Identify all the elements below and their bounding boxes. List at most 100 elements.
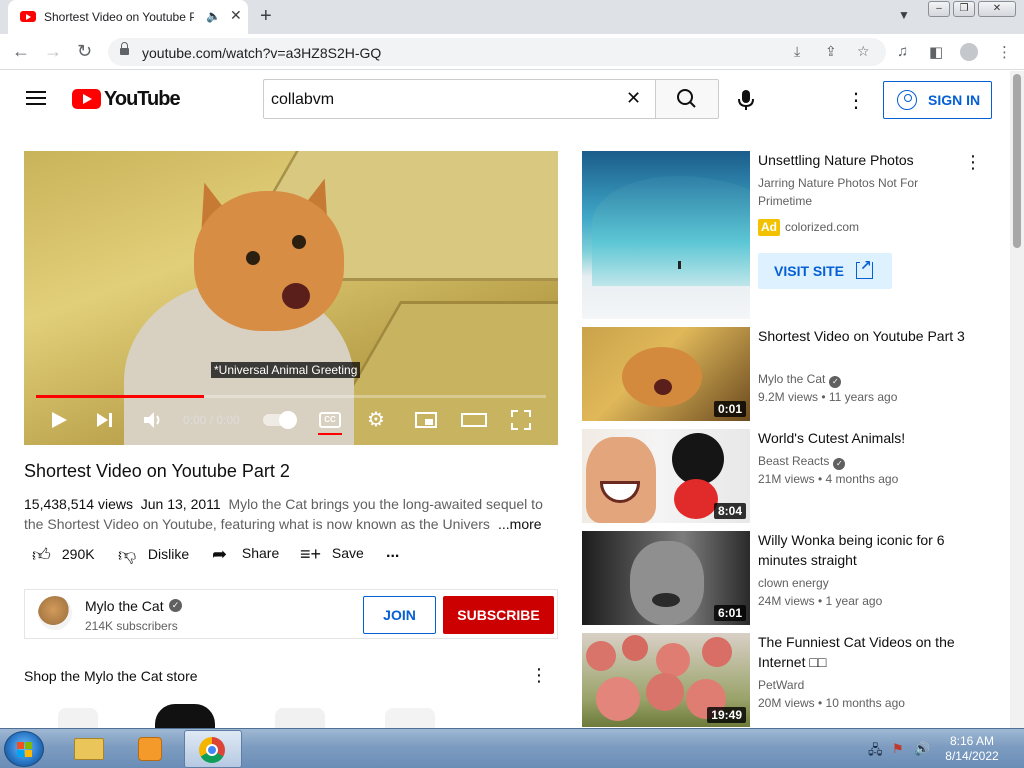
media-player-icon (138, 737, 162, 761)
theater-mode-icon[interactable] (461, 413, 487, 427)
video-thumbnail[interactable]: 0:01 (582, 327, 750, 421)
recommended-channel[interactable]: Beast Reacts ✓ (758, 452, 846, 470)
recommended-video-title[interactable]: The Funniest Cat Videos on the Internet … (758, 632, 968, 672)
like-count: 290K (61, 546, 95, 562)
restore-window-button[interactable]: ❐ (953, 1, 975, 17)
recommended-video-title[interactable]: Willy Wonka being iconic for 6 minutes s… (758, 530, 968, 570)
video-player[interactable]: *Universal Animal Greeting 0:00 / 0:00 C… (24, 151, 558, 445)
recommended-channel-name: Beast Reacts (758, 454, 830, 468)
start-button[interactable] (4, 731, 44, 767)
ad-thumbnail-figure (678, 261, 681, 269)
windows-taskbar: 🖧 ⚑ 🔊 8:16 AM 8/14/2022 (0, 728, 1024, 768)
browser-toolbar: ← → ↻ youtube.com/watch?v=a3HZ8S2H-GQ ⤓ … (0, 34, 1024, 70)
channel-name[interactable]: Mylo the Cat (85, 598, 164, 614)
back-arrow-icon[interactable]: ← (12, 41, 30, 62)
voice-search-mic-icon[interactable] (736, 89, 756, 111)
network-tray-icon[interactable]: 🖧 (868, 741, 883, 763)
recommended-channel-name[interactable]: PetWard (758, 676, 804, 694)
thumbs-up-icon: 👍︎ (32, 545, 51, 565)
profile-avatar-icon[interactable] (960, 43, 978, 61)
recommended-video-meta: 20M views • 10 months ago (758, 696, 905, 710)
settings-kebab-icon[interactable]: ⋮ (846, 88, 866, 113)
reload-icon[interactable]: ↻ (77, 41, 92, 62)
recommended-video-title[interactable]: World's Cutest Animals! (758, 428, 968, 448)
media-player-taskbar-button[interactable] (122, 730, 180, 768)
share-page-icon[interactable]: ⇪ (825, 43, 837, 60)
miniplayer-icon[interactable] (415, 412, 437, 428)
join-button[interactable]: JOIN (363, 596, 436, 634)
like-button[interactable]: 👍︎ 290K (32, 544, 95, 566)
browser-menu-icon[interactable]: ⋮ (997, 43, 1012, 61)
play-icon[interactable] (50, 411, 68, 429)
video-thumbnail[interactable]: 8:04 (582, 429, 750, 523)
visit-site-button[interactable]: VISIT SITE (758, 253, 892, 289)
tab-search-chevron-icon[interactable]: ▼ (898, 8, 910, 22)
account-circle-icon (897, 90, 917, 110)
file-explorer-taskbar-button[interactable] (60, 730, 118, 768)
media-controls-icon[interactable]: ♫ (897, 43, 908, 60)
fullscreen-icon[interactable] (511, 410, 531, 430)
more-actions-icon[interactable]: ... (386, 544, 399, 562)
subtitles-cc-icon[interactable]: CC (319, 412, 341, 428)
youtube-play-logo-icon (72, 89, 101, 109)
lock-icon[interactable] (120, 42, 129, 57)
volume-icon[interactable] (143, 411, 163, 429)
save-button[interactable]: ≡+ Save (300, 544, 364, 565)
clear-search-icon[interactable]: ✕ (626, 88, 641, 109)
subtitles-active-indicator (318, 433, 342, 435)
channel-avatar[interactable] (38, 596, 72, 630)
youtube-wordmark: YouTube (104, 88, 181, 110)
recommended-video-meta: 9.2M views • 11 years ago (758, 390, 898, 404)
system-clock[interactable]: 8:16 AM 8/14/2022 (930, 734, 1014, 764)
side-panel-icon[interactable]: ◧ (929, 43, 943, 61)
ad-subtitle: Jarring Nature Photos Not For Primetime (758, 176, 919, 208)
search-button[interactable] (655, 79, 719, 119)
browser-tab-active[interactable]: Shortest Video on Youtube P 🔈 ✕ (8, 0, 248, 34)
recommended-channel[interactable]: Mylo the Cat ✓ (758, 370, 842, 388)
recommended-video-meta: 21M views • 4 months ago (758, 472, 899, 486)
sign-in-button[interactable]: SIGN IN (883, 81, 992, 119)
bookmark-star-icon[interactable]: ☆ (857, 43, 870, 60)
video-thumbnail[interactable]: 6:01 (582, 531, 750, 625)
search-input[interactable]: collabvm ✕ (263, 79, 656, 119)
autoplay-toggle[interactable] (263, 411, 297, 429)
show-more-link[interactable]: ...more (492, 514, 542, 534)
new-tab-button[interactable]: + (260, 5, 272, 28)
forward-arrow-icon[interactable]: → (44, 41, 62, 62)
minimize-window-button[interactable]: – (928, 1, 950, 17)
recommended-video-title[interactable]: Shortest Video on Youtube Part 3 (758, 326, 968, 346)
clock-time: 8:16 AM (949, 734, 995, 748)
ad-kebab-icon[interactable]: ⋮ (964, 152, 982, 173)
closed-caption-text: *Universal Animal Greeting (211, 362, 361, 378)
tab-close-icon[interactable]: ✕ (230, 7, 242, 24)
next-video-icon[interactable] (96, 412, 114, 428)
dislike-button[interactable]: 👎︎ Dislike (118, 544, 189, 566)
recommended-channel-name: Mylo the Cat (758, 372, 826, 386)
share-button[interactable]: ➦ Share (212, 544, 279, 565)
ad-thumbnail[interactable] (582, 151, 750, 319)
action-center-flag-icon[interactable]: ⚑ (892, 741, 904, 757)
install-app-icon[interactable]: ⤓ (794, 43, 800, 60)
chrome-taskbar-button[interactable] (184, 730, 242, 768)
recommended-channel-name[interactable]: clown energy (758, 574, 829, 592)
address-bar[interactable]: youtube.com/watch?v=a3HZ8S2H-GQ ⤓ ⇪ ☆ (108, 38, 886, 66)
video-description[interactable]: 15,438,514 views Jun 13, 2011 Mylo the C… (24, 494, 544, 534)
progress-bar[interactable] (36, 395, 546, 398)
ad-title[interactable]: Unsettling Nature Photos (758, 150, 968, 170)
video-frame-cat-eye (246, 251, 260, 265)
tab-audio-icon[interactable]: 🔈 (206, 9, 221, 23)
close-window-button[interactable]: ✕ (978, 1, 1016, 17)
search-input-value: collabvm (271, 91, 335, 108)
guide-menu-icon[interactable] (26, 91, 46, 106)
chrome-icon (199, 737, 225, 763)
video-duration: 6:01 (713, 605, 746, 621)
video-frame-cat-mouth (282, 283, 310, 309)
subscribe-button[interactable]: SUBSCRIBE (443, 596, 554, 634)
shop-more-kebab-icon[interactable]: ⋮ (530, 665, 548, 686)
settings-gear-icon[interactable]: ⚙ (367, 407, 385, 432)
video-thumbnail[interactable]: 19:49 (582, 633, 750, 727)
volume-tray-icon[interactable]: 🔊 (914, 741, 930, 757)
upload-date: Jun 13, 2011 (140, 496, 221, 512)
channel-card: Mylo the Cat ✓ 214K subscribers JOIN SUB… (24, 589, 558, 639)
page-scrollbar-thumb[interactable] (1013, 74, 1021, 248)
